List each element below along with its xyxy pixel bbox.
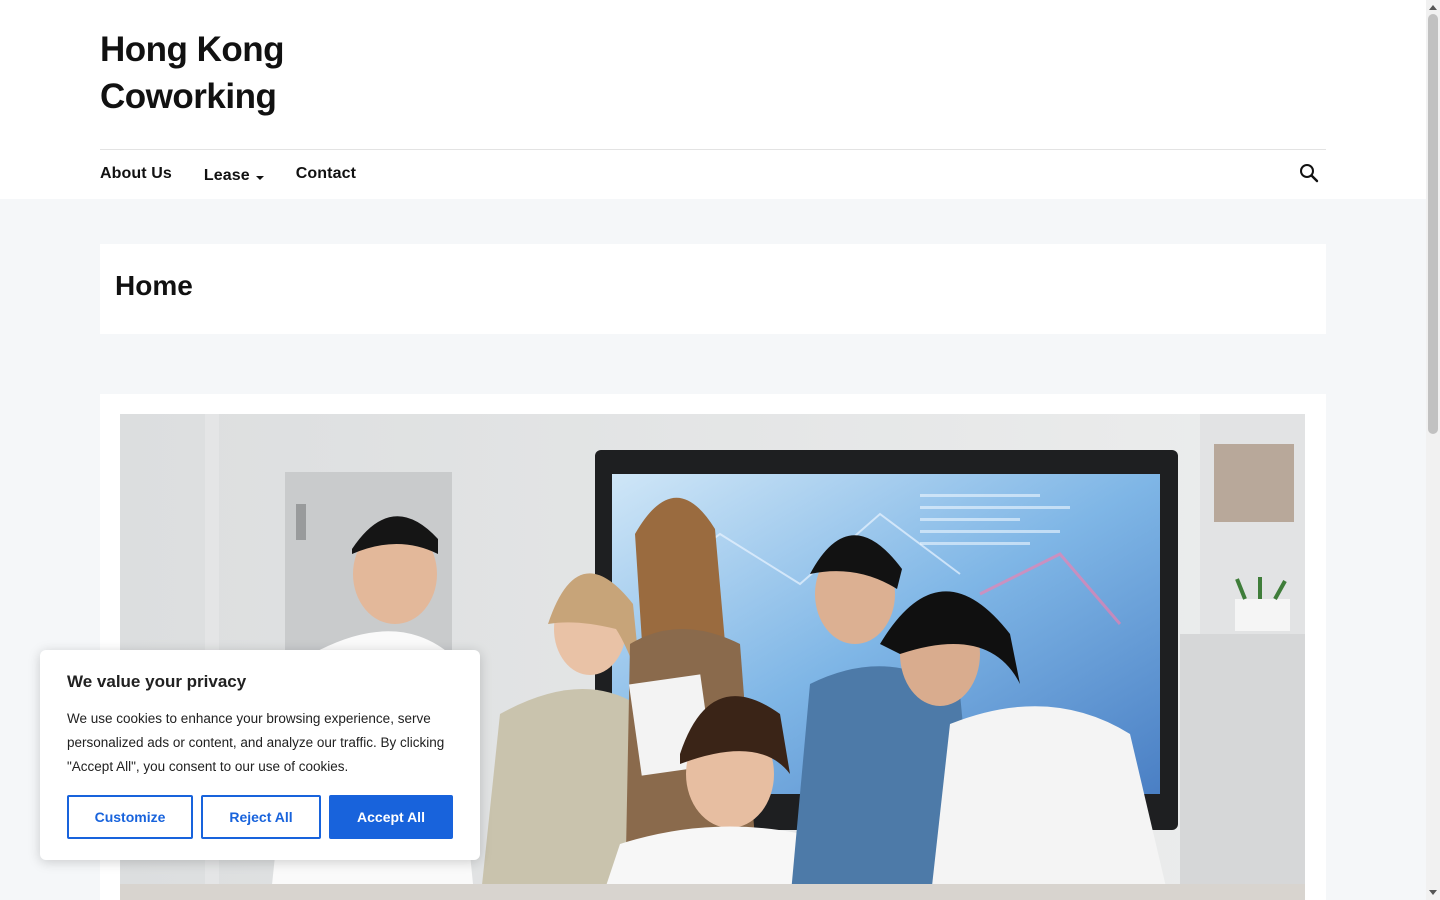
nav-item-about-us[interactable]: About Us <box>100 165 172 183</box>
cookie-banner-title: We value your privacy <box>67 672 247 691</box>
customize-button[interactable]: Customize <box>67 795 193 839</box>
nav-item-label: Contact <box>295 165 357 182</box>
scroll-up-arrow-icon[interactable] <box>1429 5 1437 10</box>
vertical-scrollbar[interactable] <box>1426 0 1440 900</box>
nav-item-label: Lease <box>203 167 250 184</box>
nav-item-label: About Us <box>100 165 172 182</box>
search-icon <box>1300 164 1319 183</box>
scrollbar-thumb[interactable] <box>1428 14 1438 434</box>
page-title: Home <box>115 270 193 301</box>
cookie-banner-text: We use cookies to enhance your browsing … <box>67 711 445 774</box>
site-title[interactable]: Hong Kong Coworking <box>100 26 360 120</box>
scroll-down-arrow-icon[interactable] <box>1429 890 1437 895</box>
cookie-consent-banner: We value your privacy We use cookies to … <box>40 650 480 860</box>
page: Hong Kong Coworking About Us Lease Conta… <box>0 0 1440 900</box>
page-title-box: Home <box>100 244 1326 334</box>
caret-down-icon <box>255 175 264 180</box>
accept-all-button[interactable]: Accept All <box>329 795 453 839</box>
nav-item-contact[interactable]: Contact <box>296 165 356 183</box>
search-button[interactable] <box>1298 162 1320 184</box>
reject-all-button[interactable]: Reject All <box>201 795 321 839</box>
main-nav: About Us Lease Contact <box>100 150 388 198</box>
site-header: Hong Kong Coworking About Us Lease Conta… <box>0 0 1426 199</box>
nav-item-lease[interactable]: Lease <box>204 167 264 185</box>
